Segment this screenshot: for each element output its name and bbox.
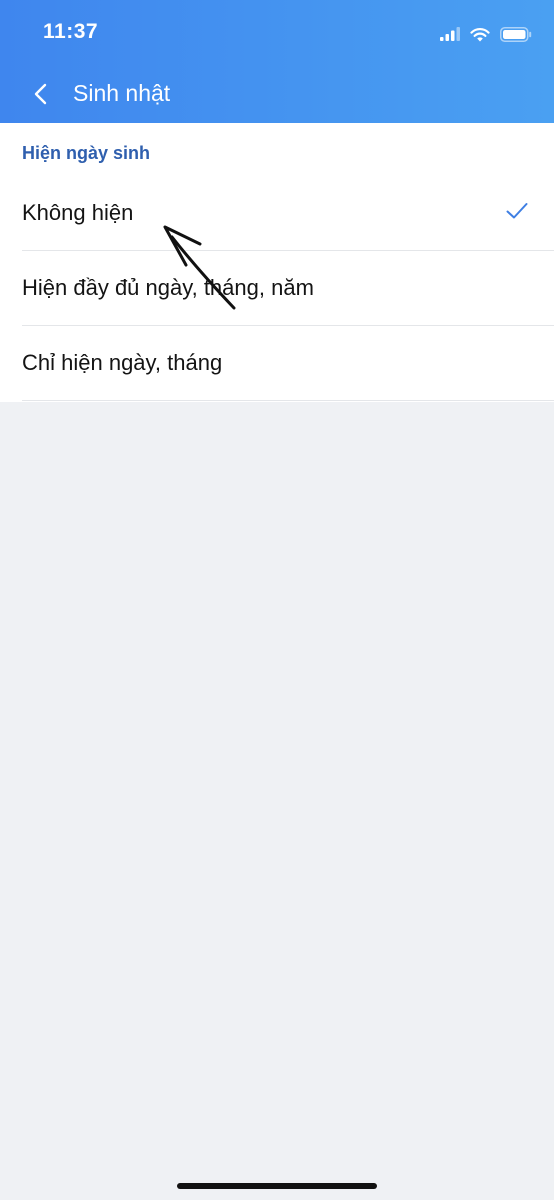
wifi-icon	[470, 27, 490, 41]
nav-bar: Sinh nhật	[0, 66, 554, 123]
signal-icon	[440, 27, 460, 41]
app-header: 11:37 Sinh nhật	[0, 0, 554, 123]
chevron-left-icon	[34, 83, 47, 105]
battery-icon	[500, 26, 532, 42]
option-label: Hiện đầy đủ ngày, tháng, năm	[22, 275, 314, 300]
check-icon	[506, 203, 528, 219]
page-title: Sinh nhật	[73, 80, 171, 106]
status-time: 11:37	[43, 20, 99, 43]
home-indicator	[177, 1183, 377, 1189]
option-hide-birthday[interactable]: Không hiện	[0, 176, 554, 251]
status-bar: 11:37	[0, 0, 554, 66]
option-label: Chỉ hiện ngày, tháng	[22, 350, 223, 375]
option-show-full-date[interactable]: Hiện đầy đủ ngày, tháng, năm	[0, 251, 554, 326]
status-icons	[440, 24, 532, 44]
settings-panel: Hiện ngày sinh Không hiện Hiện đầy đủ ng…	[0, 123, 554, 402]
options-list: Không hiện Hiện đầy đủ ngày, tháng, năm …	[0, 176, 554, 401]
section-header: Hiện ngày sinh	[22, 143, 151, 163]
back-button[interactable]	[22, 76, 58, 112]
option-show-day-month[interactable]: Chỉ hiện ngày, tháng	[0, 326, 554, 401]
option-label: Không hiện	[22, 200, 134, 225]
